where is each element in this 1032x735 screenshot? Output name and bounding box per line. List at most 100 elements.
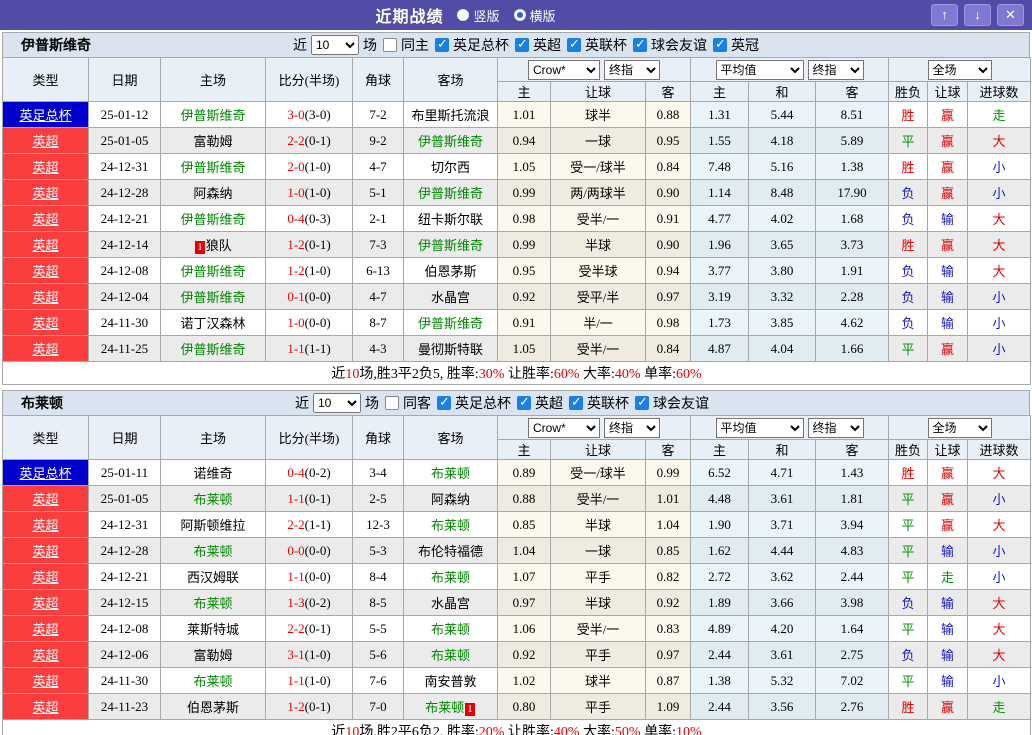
scroll-down-button[interactable]: ↓ (964, 4, 991, 26)
odds-home-cell: 0.98 (497, 205, 551, 232)
competition-link[interactable]: 英超 (32, 186, 58, 201)
header-average-group: 平均值 终指 (690, 57, 890, 82)
handicap-cell: 半球 (550, 511, 646, 538)
competition-link[interactable]: 英超 (32, 316, 58, 331)
close-button[interactable]: ✕ (997, 4, 1024, 26)
avg-home-cell: 3.77 (690, 257, 750, 284)
result-goals-cell: 小 (967, 153, 1032, 180)
league-checkbox[interactable] (633, 37, 647, 52)
header-bookmaker-group: Crow* 终指 (496, 57, 692, 82)
league-checkbox[interactable] (435, 37, 449, 52)
league-filter[interactable]: 英联杯 (567, 35, 629, 55)
odds-home-cell: 0.89 (497, 459, 551, 486)
league-checkbox[interactable] (515, 37, 529, 52)
same-venue-label: 同客 (403, 397, 431, 412)
fulltime-select[interactable]: 全场 (927, 59, 992, 80)
league-checkbox[interactable] (713, 37, 727, 52)
same-venue-checkbox[interactable] (385, 396, 399, 410)
competition-link[interactable]: 英超 (32, 342, 58, 357)
competition-link[interactable]: 英超 (32, 570, 58, 585)
avg-draw-cell: 3.66 (748, 589, 817, 616)
layout-option-horizontal[interactable]: 横版 (513, 6, 556, 25)
section-header-bar: 布莱顿 近 10 场 同客 英足总杯 英超 英联杯 球会友谊 (2, 390, 1030, 415)
league-checkbox[interactable] (635, 395, 649, 410)
competition-link[interactable]: 英超 (32, 648, 58, 663)
date-cell: 24-12-08 (88, 615, 161, 642)
league-filter[interactable]: 英联杯 (569, 393, 631, 413)
competition-link[interactable]: 英超 (32, 134, 58, 149)
home-team-name: 诺维奇 (193, 466, 233, 481)
result-text: 赢 (941, 238, 955, 253)
competition-link[interactable]: 英超 (32, 264, 58, 279)
league-filter[interactable]: 球会友谊 (633, 35, 709, 55)
halftime-score: (1-1) (304, 516, 331, 532)
bookmaker-select[interactable]: Crow* (528, 59, 601, 80)
competition-link[interactable]: 英超 (32, 596, 58, 611)
away-team-cell: 切尔西 (403, 153, 498, 180)
league-filter[interactable]: 球会友谊 (635, 393, 711, 413)
result-text: 小 (992, 492, 1006, 507)
avg-home-cell: 1.90 (690, 511, 750, 538)
same-venue-filter[interactable]: 同主 (383, 35, 431, 55)
same-venue-filter[interactable]: 同客 (385, 393, 433, 413)
away-team-name: 布莱顿 (430, 648, 470, 663)
away-team-cell: 布莱顿 (403, 615, 498, 642)
competition-link[interactable]: 英足总杯 (19, 108, 71, 123)
avg-home-cell: 1.55 (690, 127, 750, 154)
average-time-select[interactable]: 终指 (807, 59, 864, 80)
home-team-cell: 1 狼队 (160, 231, 266, 258)
competition-cell: 英超 (2, 667, 89, 694)
odds-home-cell: 0.91 (497, 309, 551, 336)
average-select[interactable]: 平均值 (715, 59, 804, 80)
near-count-select[interactable]: 10 (311, 35, 359, 55)
average-select[interactable]: 平均值 (715, 417, 804, 438)
date-cell: 24-11-23 (88, 693, 161, 720)
fulltime-select[interactable]: 全场 (927, 417, 992, 438)
odds-time-select[interactable]: 终指 (604, 417, 661, 438)
league-filter[interactable]: 英足总杯 (435, 35, 511, 55)
competition-link[interactable]: 英超 (32, 492, 58, 507)
result-text: 赢 (941, 342, 955, 357)
odds-time-select[interactable]: 终指 (604, 59, 661, 80)
competition-link[interactable]: 英超 (32, 544, 58, 559)
average-time-select[interactable]: 终指 (807, 417, 864, 438)
header-col-score: 比分(半场) (265, 415, 353, 460)
competition-link[interactable]: 英超 (32, 700, 58, 715)
team-name: 伊普斯维奇 (21, 39, 91, 54)
competition-link[interactable]: 英超 (32, 622, 58, 637)
league-filter[interactable]: 英足总杯 (437, 393, 513, 413)
competition-link[interactable]: 英足总杯 (19, 466, 71, 481)
scroll-up-button[interactable]: ↑ (931, 4, 958, 26)
away-team-name: 伊普斯维奇 (417, 134, 483, 149)
league-checkbox[interactable] (517, 395, 531, 410)
league-filter[interactable]: 英超 (515, 35, 563, 55)
same-venue-checkbox[interactable] (383, 38, 397, 52)
near-count-select[interactable]: 10 (313, 393, 361, 413)
competition-link[interactable]: 英超 (32, 212, 58, 227)
home-team-cell: 布莱顿 (160, 537, 266, 564)
league-filter[interactable]: 英冠 (713, 35, 761, 55)
away-team-cell: 布莱顿 (403, 511, 498, 538)
halftime-score: (0-0) (304, 568, 331, 584)
bookmaker-select[interactable]: Crow* (528, 417, 601, 438)
result-goals-cell: 小 (967, 563, 1032, 590)
match-row: 英超 24-12-28 布莱顿 0-0(0-0) 5-3 布伦特福德 1.04 一球 0.85 1… (2, 537, 1032, 564)
competition-link[interactable]: 英超 (32, 518, 58, 533)
competition-link[interactable]: 英超 (32, 290, 58, 305)
competition-link[interactable]: 英超 (32, 160, 58, 175)
result-handicap-cell: 输 (927, 641, 969, 668)
result-text: 负 (901, 212, 915, 227)
league-checkbox[interactable] (569, 395, 583, 410)
radio-horizontal-icon[interactable] (513, 9, 526, 21)
layout-option-vertical[interactable]: 竖版 (457, 6, 500, 25)
competition-link[interactable]: 英超 (32, 238, 58, 253)
avg-draw-cell: 4.04 (748, 335, 817, 362)
home-team-cell: 布莱顿 (160, 485, 266, 512)
league-filter[interactable]: 英超 (517, 393, 565, 413)
odds-home-cell: 1.05 (497, 335, 551, 362)
league-checkbox[interactable] (567, 37, 581, 52)
odds-away-cell: 0.87 (644, 667, 692, 694)
competition-link[interactable]: 英超 (32, 674, 58, 689)
league-checkbox[interactable] (437, 395, 451, 410)
radio-vertical-icon[interactable] (457, 9, 470, 21)
